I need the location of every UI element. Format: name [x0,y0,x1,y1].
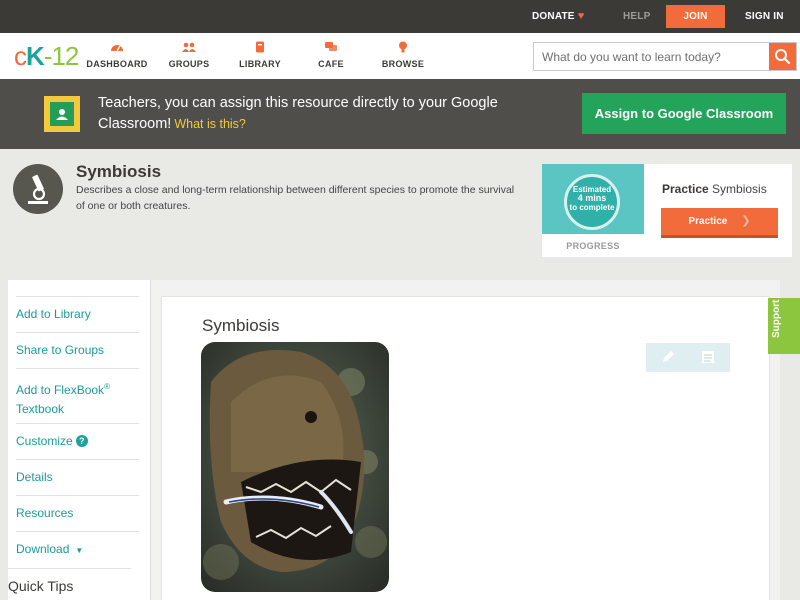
nav-groups[interactable]: GROUPS [154,41,224,69]
sidebar-resources[interactable]: Resources [16,495,139,523]
google-classroom-icon [44,96,80,132]
practice-card: Estimated 4 mins to complete PROGRESS Pr… [542,164,792,257]
microscope-icon [13,164,63,214]
main-nav: cK-12 DASHBOARD GROUPS LIBRARY CAFE BROW… [0,33,800,79]
groups-icon [182,42,196,52]
nav-library[interactable]: LIBRARY [225,41,295,69]
estimate-badge: Estimated 4 mins to complete [542,164,644,234]
search-icon [775,49,791,65]
practice-button[interactable]: Practice ❯ [661,208,778,238]
sidebar: Add to Library Share to Groups Add to Fl… [8,280,151,600]
join-button[interactable]: JOIN [666,5,725,28]
content-tools [646,343,730,372]
notes-icon[interactable] [700,349,716,365]
cafe-icon [325,42,337,51]
sign-in-link[interactable]: SIGN IN [745,0,784,33]
donate-label: DONATE [532,11,575,22]
moray-eel-photo [201,342,389,592]
nav-cafe[interactable]: CAFE [296,41,366,69]
assign-google-classroom-button[interactable]: Assign to Google Classroom [582,93,786,134]
heart-icon: ♥ [577,10,585,22]
dashboard-icon [111,45,123,52]
caret-down-icon: ▼ [75,546,84,555]
top-utility-bar: DONATE ♥ HELP JOIN SIGN IN [0,0,800,33]
help-icon[interactable]: ? [75,435,88,447]
progress-label: PROGRESS [566,241,620,251]
search-box [533,42,797,71]
browse-icon [399,41,407,53]
ck12-logo[interactable]: cK-12 [14,42,79,70]
concept-title: Symbiosis [76,162,162,181]
sidebar-customize[interactable]: Customize? [16,423,139,451]
banner-message: Teachers, you can assign this resource d… [98,95,498,132]
sidebar-add-to-library[interactable]: Add to Library [16,296,139,324]
nav-dashboard[interactable]: DASHBOARD [82,41,152,69]
sidebar-download[interactable]: Download ▼ [16,531,139,560]
sidebar-share-to-groups[interactable]: Share to Groups [16,332,139,360]
quick-tips-heading: Quick Tips [8,568,131,594]
concept-description: Describes a close and long-term relation… [76,184,515,212]
chevron-right-icon: ❯ [741,215,751,227]
pencil-icon[interactable] [660,349,676,365]
search-input[interactable] [534,43,770,70]
donate-link[interactable]: DONATE ♥ [532,0,584,33]
estimate-circle: Estimated 4 mins to complete [564,174,620,230]
content-title: Symbiosis [202,316,280,335]
what-is-this-link[interactable]: What is this? [174,117,246,131]
nav-browse[interactable]: BROWSE [368,41,438,69]
support-tab[interactable]: Support [768,298,800,354]
help-link[interactable]: HELP [623,0,650,33]
practice-title: Practice Symbiosis [662,182,767,196]
search-button[interactable] [769,43,796,70]
sidebar-add-to-flexbook[interactable]: Add to FlexBook® Textbook [16,368,139,419]
sidebar-details[interactable]: Details [16,459,139,487]
library-icon [256,41,264,53]
